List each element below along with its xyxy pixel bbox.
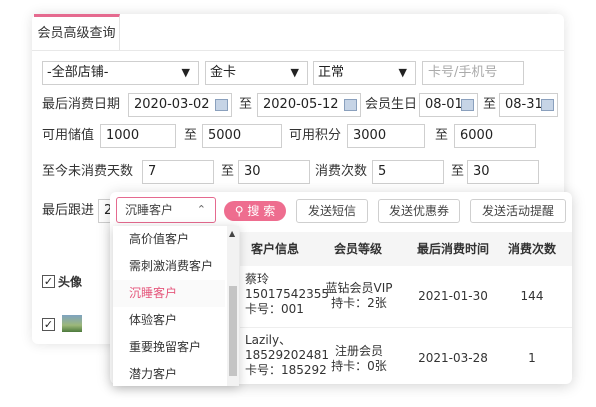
caret-down-icon: ▼ [181, 66, 190, 79]
tab-divider [32, 50, 564, 51]
customer-type-value: 沉睡客户 [125, 203, 174, 217]
customer-name: 蔡玲 [245, 272, 270, 286]
customer-phone: 18529202481 [245, 348, 329, 362]
member-level-cell: 注册会员 持卡：0张 [322, 344, 396, 374]
calendar-icon[interactable] [344, 99, 357, 111]
send-sms-button[interactable]: 发送短信 [296, 199, 368, 223]
stored-value-label: 可用储值 [42, 128, 95, 143]
last-consume-label: 最后消费日期 [42, 97, 121, 112]
last-consume-time: 2021-01-30 [418, 289, 488, 303]
dropdown-option[interactable]: 重要挽留客户 [113, 334, 225, 361]
header-member-level: 会员等级 [333, 242, 382, 256]
cards-held: 持卡：2张 [331, 296, 387, 310]
calendar-icon[interactable] [461, 99, 474, 111]
customer-phone: 15017542355 [245, 287, 329, 301]
dropdown-option[interactable]: 需刺激消费客户 [113, 253, 225, 280]
customer-type-dropdown: 高价值客户 需刺激消费客户 沉睡客户 体验客户 重要挽留客户 潜力客户 ▲ [113, 226, 239, 386]
stored-value-from-input[interactable]: 1000 [100, 124, 176, 148]
customer-name: Lazily、 [245, 333, 292, 347]
dropdown-option[interactable]: 潜力客户 [113, 361, 225, 386]
status-select[interactable]: 正常 ▼ [313, 61, 416, 85]
last-consume-time: 2021-03-28 [418, 351, 488, 365]
to-label: 至 [435, 128, 449, 143]
table-row[interactable]: Lazily、 18529202481 卡号：185292 [245, 333, 329, 378]
days-to-input[interactable]: 30 [238, 160, 310, 184]
customer-card: 卡号：001 [245, 302, 304, 316]
select-all-checkbox[interactable]: ✓ [42, 275, 55, 288]
scroll-up-icon[interactable]: ▲ [229, 229, 235, 238]
card-type-value: 金卡 [210, 65, 237, 80]
cards-held: 持卡：0张 [331, 359, 387, 373]
consume-count: 144 [520, 289, 544, 303]
to-label: 至 [184, 128, 198, 143]
birthday-to-value: 08-31 [505, 97, 543, 112]
customer-card: 卡号：185292 [245, 363, 327, 377]
count-to-input[interactable]: 30 [467, 160, 539, 184]
birthday-from-value: 08-01 [425, 97, 463, 112]
card-type-select[interactable]: 金卡 ▼ [205, 61, 308, 85]
header-last-consume-time: 最后消费时间 [416, 242, 489, 256]
avatar-thumbnail [62, 315, 82, 332]
stored-value-to-input[interactable]: 5000 [202, 124, 282, 148]
to-label: 至 [451, 164, 465, 179]
search-icon: ⚲ [234, 204, 244, 218]
member-level-cell: 蓝钻会员VIP 持卡：2张 [322, 281, 396, 311]
status-value: 正常 [318, 65, 345, 80]
dropdown-option[interactable]: 体验客户 [113, 307, 225, 334]
avatar-header: 头像 [58, 275, 83, 289]
to-label: 至 [221, 164, 235, 179]
last-consume-from-input[interactable]: 2020-03-02 [128, 93, 232, 117]
dropdown-scrollbar[interactable]: ▲ [227, 226, 239, 386]
row-checkbox[interactable]: ✓ [42, 318, 55, 331]
caret-down-icon: ▼ [290, 66, 299, 79]
days-no-consume-label: 至今未消费天数 [42, 164, 134, 179]
customer-type-select[interactable]: 沉睡客户 ⌃ [116, 197, 216, 223]
count-from-input[interactable]: 5 [372, 160, 444, 184]
last-consume-from-value: 2020-03-02 [134, 97, 210, 112]
points-from-input[interactable]: 3000 [347, 124, 425, 148]
chevron-up-icon: ⌃ [196, 203, 206, 216]
store-select[interactable]: -全部店铺- ▼ [42, 61, 199, 85]
store-select-value: -全部店铺- [47, 65, 109, 80]
header-consume-count: 消费次数 [507, 242, 556, 256]
follow-label: 最后跟进 [42, 203, 95, 218]
birthday-from-input[interactable]: 08-01 [419, 93, 478, 117]
days-from-input[interactable]: 7 [142, 160, 214, 184]
dropdown-option[interactable]: 高价值客户 [113, 226, 225, 253]
birthday-to-input[interactable]: 08-31 [499, 93, 558, 117]
member-level: 蓝钻会员VIP [325, 281, 393, 295]
row-divider [240, 327, 572, 328]
search-button-label: 搜 索 [247, 204, 276, 218]
birthday-label: 会员生日 [365, 97, 418, 112]
card-phone-input[interactable]: 卡号/手机号 [422, 61, 524, 85]
table-row[interactable]: 蔡玲 15017542355 卡号：001 [245, 272, 329, 317]
last-consume-to-input[interactable]: 2020-05-12 [257, 93, 361, 117]
search-button[interactable]: ⚲ 搜 索 [224, 201, 286, 221]
tab-member-advanced-query[interactable]: 会员高级查询 [34, 14, 120, 50]
to-label: 至 [239, 97, 253, 112]
header-customer-info: 客户信息 [250, 242, 299, 256]
dropdown-option-selected[interactable]: 沉睡客户 [113, 280, 225, 307]
send-event-reminder-button[interactable]: 发送活动提醒 [470, 199, 566, 223]
caret-down-icon: ▼ [398, 66, 407, 79]
calendar-icon[interactable] [215, 99, 228, 111]
member-level: 注册会员 [334, 344, 383, 358]
calendar-icon[interactable] [541, 99, 554, 111]
scrollbar-thumb[interactable] [229, 286, 237, 376]
consume-count: 1 [528, 351, 536, 365]
to-label: 至 [483, 97, 497, 112]
consume-count-label: 消费次数 [315, 164, 368, 179]
last-consume-to-value: 2020-05-12 [263, 97, 339, 112]
send-coupon-button[interactable]: 发送优惠券 [378, 199, 460, 223]
points-to-input[interactable]: 6000 [454, 124, 536, 148]
points-label: 可用积分 [289, 128, 342, 143]
